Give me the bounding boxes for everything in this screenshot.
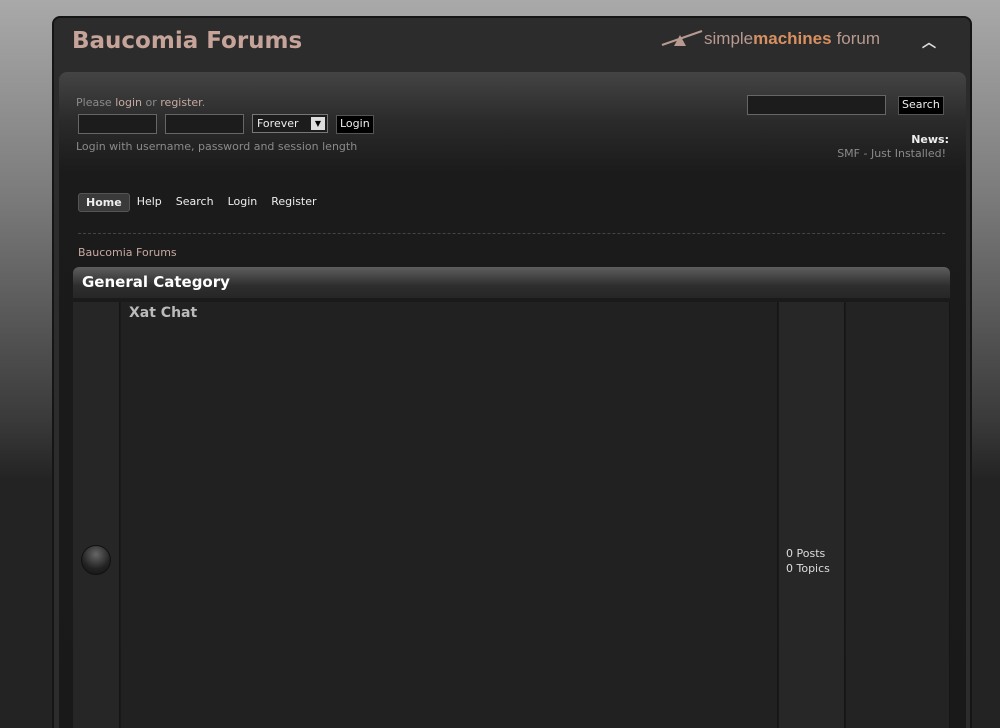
no-new-posts-icon — [81, 545, 111, 575]
login-hint: Login with username, password and sessio… — [76, 140, 358, 153]
main-menu: Home Help Search Login Register — [78, 193, 324, 212]
menu-help[interactable]: Help — [130, 193, 169, 212]
forum-title: Baucomia Forums — [72, 28, 303, 54]
main-panel: Please login or register. Forever ▼ Login… — [59, 72, 966, 728]
session-length-select[interactable]: Forever ▼ — [252, 114, 328, 133]
menu-home[interactable]: Home — [78, 193, 130, 212]
news: News: SMF - Just Installed! — [837, 128, 949, 160]
news-text: SMF - Just Installed! — [837, 147, 946, 160]
collapse-header-icon[interactable]: ︿ — [922, 32, 936, 52]
login-button[interactable]: Login — [336, 115, 374, 134]
smf-logo[interactable]: simple machines forum — [660, 26, 880, 52]
register-link[interactable]: register — [160, 96, 201, 109]
board-icon-cell — [73, 302, 120, 728]
menu-search[interactable]: Search — [169, 193, 221, 212]
menu-login[interactable]: Login — [221, 193, 265, 212]
logo-text-machines: machines — [753, 29, 832, 48]
password-input[interactable] — [165, 114, 244, 134]
board-lastpost-cell — [846, 302, 950, 728]
login-link[interactable]: login — [115, 96, 142, 109]
search-input[interactable] — [747, 95, 886, 115]
category-header[interactable]: General Category — [73, 267, 950, 298]
logo-text-forum: forum — [836, 29, 881, 48]
board-stats-cell: 0 Posts 0 Topics — [779, 302, 845, 728]
search-button[interactable]: Search — [898, 96, 944, 115]
login-prompt: Please login or register. — [76, 96, 206, 109]
divider — [78, 233, 945, 234]
forum-container: Baucomia Forums simple machines forum ︿ Pl… — [52, 16, 972, 728]
board-info-cell: Xat Chat — [121, 302, 778, 728]
username-input[interactable] — [78, 114, 157, 134]
logo-text-simple: simple — [704, 29, 754, 48]
chevron-down-icon: ▼ — [311, 117, 325, 130]
breadcrumb[interactable]: Baucomia Forums — [78, 246, 177, 259]
topics-count: 0 Topics — [786, 562, 830, 575]
board-link[interactable]: Xat Chat — [129, 305, 197, 321]
menu-register[interactable]: Register — [264, 193, 323, 212]
smf-logo-icon — [661, 30, 703, 46]
news-label: News: — [911, 133, 949, 146]
posts-count: 0 Posts — [786, 547, 826, 560]
